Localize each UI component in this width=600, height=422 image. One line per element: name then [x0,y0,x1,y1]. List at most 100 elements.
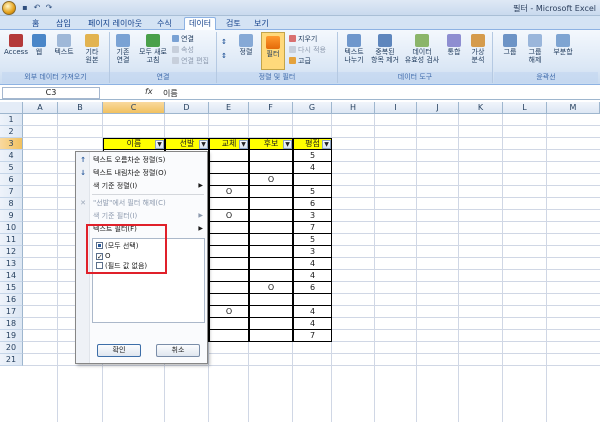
row-header[interactable]: 2 [0,126,23,138]
table-cell[interactable] [249,258,293,270]
other-sources-button[interactable]: 기타 원본 [80,34,104,64]
row-header[interactable]: 11 [0,234,23,246]
tab-page-layout[interactable]: 페이지 레이아웃 [84,18,146,30]
table-cell[interactable] [249,198,293,210]
column-header[interactable]: C [103,102,165,114]
table-cell[interactable]: 4 [293,258,332,270]
sort-button[interactable]: 정렬 [235,34,257,56]
table-header-cell[interactable]: 후보 ▼ [249,138,293,150]
table-cell[interactable]: 5 [293,186,332,198]
row-header[interactable]: 3 [0,138,23,150]
menu-sort-ascending[interactable]: ↑ 텍스트 오름차순 정렬(S) [76,154,207,166]
row-header[interactable]: 5 [0,162,23,174]
refresh-all-button[interactable]: 모두 새로 고침 [138,34,168,64]
column-header[interactable]: A [23,102,58,114]
table-cell[interactable]: O [209,306,249,318]
row-header[interactable]: 13 [0,258,23,270]
row-header[interactable]: 19 [0,330,23,342]
clear-button[interactable]: 지우기 [289,35,317,44]
column-header[interactable]: G [293,102,332,114]
row-header[interactable]: 4 [0,150,23,162]
connections-button[interactable]: 연결 [172,35,194,44]
what-if-button[interactable]: 가상 분석 [466,34,490,64]
filter-dropdown-arrow-icon[interactable]: ▼ [155,140,164,149]
table-cell[interactable] [249,162,293,174]
text-import-button[interactable]: 텍스트 [52,34,76,56]
row-header[interactable]: 9 [0,210,23,222]
name-box[interactable]: C3 [2,87,100,99]
subtotal-button[interactable]: 부분합 [550,34,576,56]
table-cell[interactable] [209,270,249,282]
table-cell[interactable]: 5 [293,234,332,246]
tab-review[interactable]: 검토 [222,18,245,30]
table-cell[interactable] [293,174,332,186]
ok-button[interactable]: 확인 [97,344,141,357]
table-cell[interactable] [209,294,249,306]
table-cell[interactable] [293,294,332,306]
filter-dropdown-arrow-icon[interactable]: ▼ [322,140,331,149]
properties-button[interactable]: 속성 [172,46,194,55]
table-cell[interactable] [209,282,249,294]
tab-insert[interactable]: 삽입 [52,18,75,30]
table-cell[interactable] [209,198,249,210]
formula-input[interactable]: 이름 [163,88,178,99]
row-header[interactable]: 7 [0,186,23,198]
table-cell[interactable]: 7 [293,222,332,234]
table-cell[interactable]: O [209,210,249,222]
sort-az-icon[interactable]: ↕ [221,38,227,47]
table-cell[interactable] [249,306,293,318]
menu-filter-by-color[interactable]: 색 기준 필터(I) ▶ [76,210,207,222]
existing-connections-button[interactable]: 기존 연결 [112,34,134,64]
table-cell[interactable] [209,162,249,174]
column-header[interactable]: M [547,102,600,114]
table-header-cell[interactable]: 교체 ▼ [209,138,249,150]
sort-za-icon[interactable]: ↕ [221,52,227,61]
row-header[interactable]: 17 [0,306,23,318]
table-cell[interactable]: 4 [293,306,332,318]
column-header[interactable]: H [332,102,375,114]
tab-data[interactable]: 데이터 [184,17,217,31]
advanced-button[interactable]: 고급 [289,57,311,66]
web-button[interactable]: 웹 [30,34,48,56]
cancel-button[interactable]: 취소 [156,344,200,357]
table-header-cell[interactable]: 이름 ▼ [103,138,165,150]
table-cell[interactable]: 3 [293,210,332,222]
column-header[interactable]: E [209,102,249,114]
row-header[interactable]: 15 [0,282,23,294]
access-button[interactable]: Access [4,34,28,56]
undo-icon[interactable]: ↶ [32,3,42,13]
save-icon[interactable]: ▪ [20,3,30,13]
text-to-columns-button[interactable]: 텍스트 나누기 [340,34,368,64]
redo-icon[interactable]: ↷ [44,3,54,13]
filter-dropdown-arrow-icon[interactable]: ▼ [283,140,292,149]
table-cell[interactable]: 4 [293,270,332,282]
row-header[interactable]: 12 [0,246,23,258]
filter-button[interactable]: 필터 [261,32,285,70]
table-cell[interactable] [209,234,249,246]
column-header[interactable]: L [503,102,547,114]
table-cell[interactable] [209,318,249,330]
edit-links-button[interactable]: 연결 편집 [172,57,209,66]
column-header[interactable]: I [375,102,417,114]
fx-icon[interactable]: fx [145,87,153,96]
row-header[interactable]: 8 [0,198,23,210]
table-cell[interactable] [209,330,249,342]
table-cell[interactable]: O [249,174,293,186]
table-cell[interactable]: 5 [293,150,332,162]
table-cell[interactable]: O [249,282,293,294]
remove-duplicates-button[interactable]: 중복된 항목 제거 [370,34,400,64]
column-header[interactable]: F [249,102,293,114]
row-header[interactable]: 10 [0,222,23,234]
tab-home[interactable]: 홈 [28,18,43,30]
table-cell[interactable] [249,246,293,258]
table-cell[interactable] [249,294,293,306]
table-header-cell[interactable]: 선발 ▼ [165,138,209,150]
table-cell[interactable] [209,222,249,234]
column-header[interactable]: B [58,102,103,114]
tab-view[interactable]: 보기 [250,18,273,30]
table-cell[interactable]: 6 [293,198,332,210]
row-header[interactable]: 21 [0,354,23,366]
office-button[interactable] [2,1,16,15]
table-cell[interactable]: O [209,186,249,198]
table-header-cell[interactable]: 평점 ▼ [293,138,332,150]
